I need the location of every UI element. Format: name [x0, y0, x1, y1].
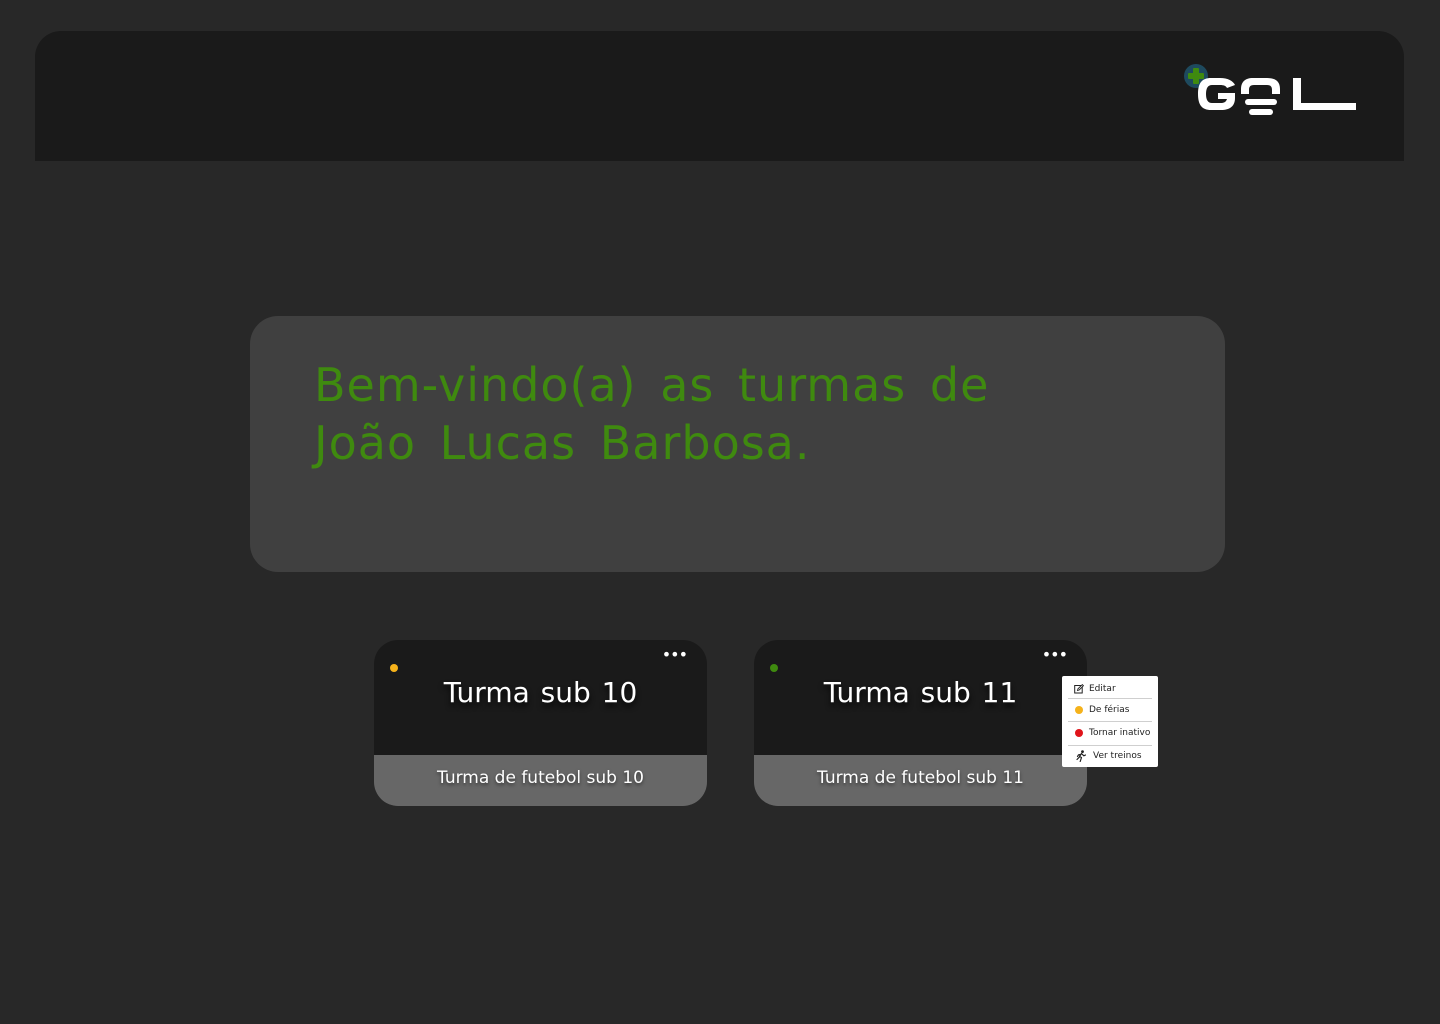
- menu-item-view-trainings[interactable]: Ver treinos: [1068, 745, 1152, 767]
- class-card-header: ••• Turma sub 11: [754, 640, 1087, 755]
- menu-item-edit[interactable]: Editar: [1068, 678, 1152, 700]
- class-card-header: ••• Turma sub 10: [374, 640, 707, 755]
- menu-item-vacation[interactable]: De férias: [1068, 699, 1152, 721]
- class-context-menu: Editar De férias Tornar inativo Ver trei…: [1062, 676, 1158, 767]
- class-card[interactable]: ••• Turma sub 10 Turma de futebol sub 10: [374, 640, 707, 806]
- class-card-footer: Turma de futebol sub 11: [754, 755, 1087, 806]
- edit-icon: [1074, 684, 1084, 694]
- menu-item-make-inactive[interactable]: Tornar inativo: [1068, 722, 1152, 744]
- menu-item-label: Tornar inativo: [1089, 728, 1151, 738]
- menu-item-label: Ver treinos: [1093, 751, 1142, 761]
- class-title: Turma sub 10: [443, 676, 638, 709]
- red-dot-icon: [1074, 728, 1084, 738]
- more-horizontal-icon[interactable]: •••: [1042, 647, 1068, 663]
- menu-item-label: Editar: [1089, 684, 1116, 694]
- status-dot-icon: [390, 664, 398, 672]
- class-description: Turma de futebol sub 11: [817, 768, 1024, 788]
- welcome-title: Bem-vindo(a) as turmas de João Lucas Bar…: [314, 358, 990, 470]
- status-dot-icon: [770, 664, 778, 672]
- class-card[interactable]: ••• Turma sub 11 Turma de futebol sub 11: [754, 640, 1087, 806]
- class-card-footer: Turma de futebol sub 10: [374, 755, 707, 806]
- more-horizontal-icon[interactable]: •••: [662, 647, 688, 663]
- welcome-panel: Bem-vindo(a) as turmas de João Lucas Bar…: [250, 316, 1225, 572]
- gol-logo: [1184, 64, 1356, 115]
- class-description: Turma de futebol sub 10: [437, 768, 644, 788]
- class-title: Turma sub 11: [823, 676, 1018, 709]
- menu-item-label: De férias: [1089, 705, 1130, 715]
- running-person-icon: [1076, 750, 1086, 762]
- yellow-dot-icon: [1074, 705, 1084, 715]
